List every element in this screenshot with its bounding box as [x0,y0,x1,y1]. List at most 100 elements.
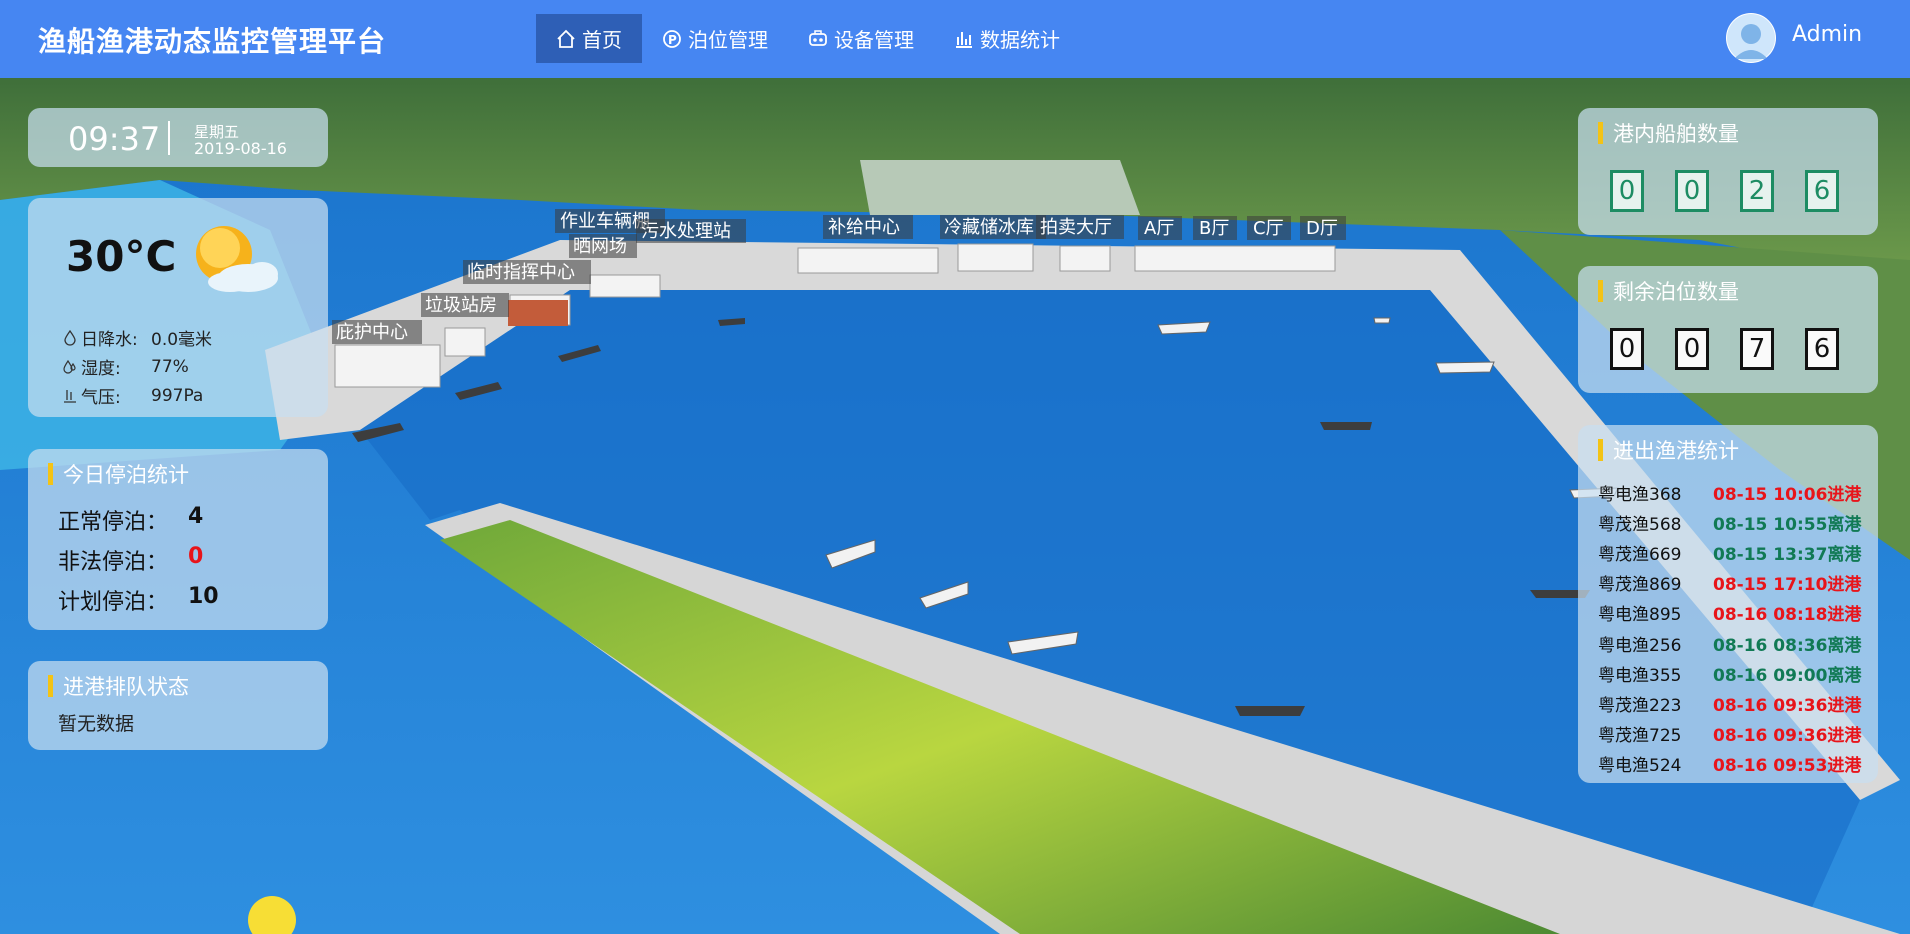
weather-pressure-value: 997Pa [151,385,204,406]
map-label-supply-center: 补给中心 [828,217,900,238]
list-item[interactable]: 粤电渔355 08-16 09:00离港 [1598,658,1874,688]
port-traffic-list: 粤电渔368 08-15 10:06进港 粤茂渔568 08-15 10:55离港 … [1598,477,1874,779]
nav-berth-label: 泊位管理 [688,28,768,52]
map-label-hall-a: A厅 [1144,218,1174,239]
raindrop-icon [64,329,76,346]
clock-time: 09:37 [68,120,161,158]
stat-normal: 正常停泊： 4 [58,504,203,536]
ship-name: 粤电渔524 [1598,756,1682,777]
traffic-info: 08-16 09:00离港 [1713,665,1862,686]
ship-name: 粤茂渔669 [1598,544,1682,565]
stat-normal-value: 4 [188,504,204,529]
ships-in-port-title: 港内船舶数量 [1598,118,1739,148]
weather-humidity-label: 湿度: [81,359,121,379]
map-label-garbage-station: 垃圾站房 [425,295,497,316]
weather-pressure-label: 气压: [81,388,121,408]
counter-digit: 0 [1675,170,1709,212]
remaining-berths-counter: 0 0 7 6 [1610,328,1870,370]
list-item[interactable]: 粤电渔895 08-16 08:18进港 [1598,598,1874,628]
ship-name: 粤电渔895 [1598,605,1682,626]
ship-name: 粤电渔355 [1598,665,1682,686]
list-item[interactable]: 粤电渔368 08-15 10:06进港 [1598,477,1874,507]
today-berthing-panel: 今日停泊统计 正常停泊： 4 非法停泊： 0 计划停泊： 10 [28,449,328,630]
weather-rain-value: 0.0毫米 [151,330,213,350]
map-label-sewage-station: 污水处理站 [641,221,731,242]
counter-digit: 6 [1805,328,1839,370]
counter-digit: 0 [1610,170,1644,212]
list-item[interactable]: 粤电渔256 08-16 08:36离港 [1598,628,1874,658]
stat-illegal: 非法停泊： 0 [58,544,203,576]
port-traffic-panel: 进出渔港统计 粤电渔368 08-15 10:06进港 粤茂渔568 08-15 1… [1578,425,1878,783]
stat-normal-label: 正常停泊： [58,510,169,535]
counter-digit: 0 [1675,328,1709,370]
nav-home[interactable]: 首页 [536,14,642,63]
today-berthing-title: 今日停泊统计 [48,459,189,489]
queue-status-title: 进港排队状态 [48,671,189,701]
map-label-hall-d: D厅 [1306,218,1338,239]
counter-digit: 7 [1740,328,1774,370]
counter-digit: 2 [1740,170,1774,212]
nav-berth-management[interactable]: P 泊位管理 [642,14,788,63]
pressure-icon [64,389,76,403]
weather-row-pressure: 气压: 997Pa [63,383,203,408]
stat-planned-value: 10 [188,584,219,609]
list-item[interactable]: 粤茂渔223 08-16 09:36进港 [1598,688,1874,718]
temperature: 30°C [66,232,177,281]
map-label-hall-b: B厅 [1199,218,1229,239]
stat-illegal-value: 0 [188,544,204,569]
weather-panel: 30°C 日降水: 0.0毫米 湿度: 77% 气压: 997Pa [28,198,328,417]
top-header: 渔船渔港动态监控管理平台 首页 P 泊位管理 设备管理 数据统计 Admin [0,0,1910,78]
user-name[interactable]: Admin [1792,22,1862,47]
remaining-berths-panel: 剩余泊位数量 0 0 7 6 [1578,266,1878,393]
traffic-info: 08-16 09:36进港 [1713,695,1862,716]
list-item[interactable]: 粤茂渔669 08-15 13:37离港 [1598,537,1874,567]
map-label-net-drying-field: 晒网场 [573,236,627,257]
list-item[interactable]: 粤茂渔725 08-16 09:36进港 [1598,719,1874,749]
ship-name: 粤茂渔725 [1598,726,1682,747]
traffic-info: 08-15 10:55离港 [1713,514,1862,535]
list-item[interactable]: 粤电渔524 08-16 09:53进港 [1598,749,1874,779]
ships-in-port-panel: 港内船舶数量 0 0 2 6 [1578,108,1878,235]
main-nav: 首页 P 泊位管理 设备管理 数据统计 [536,14,1080,63]
traffic-info: 08-16 08:18进港 [1713,605,1862,626]
home-icon [557,29,575,48]
ship-name: 粤茂渔869 [1598,575,1682,596]
ship-name: 粤电渔256 [1598,635,1682,656]
counter-digit: 0 [1610,328,1644,370]
nav-device-management[interactable]: 设备管理 [788,14,934,63]
user-avatar-icon [1727,14,1775,62]
nav-device-label: 设备管理 [834,28,914,52]
parking-icon: P [663,29,681,48]
map-label-hall-c: C厅 [1253,218,1284,239]
svg-text:P: P [668,33,677,47]
remaining-berths-title: 剩余泊位数量 [1598,276,1739,306]
bar-chart-icon [956,31,972,48]
counter-digit: 6 [1805,170,1839,212]
stat-planned-label: 计划停泊： [58,590,169,615]
sun-cloud-icon [196,226,278,292]
stat-illegal-label: 非法停泊： [58,550,169,575]
traffic-info: 08-15 10:06进港 [1713,484,1862,505]
device-icon [809,29,827,46]
list-item[interactable]: 粤茂渔568 08-15 10:55离港 [1598,507,1874,537]
clock-divider [168,121,170,155]
user-avatar[interactable] [1726,13,1776,63]
weather-rain-label: 日降水: [81,330,138,350]
ships-in-port-counter: 0 0 2 6 [1610,170,1870,212]
app-title: 渔船渔港动态监控管理平台 [38,25,387,58]
stat-planned: 计划停泊： 10 [58,584,219,616]
list-item[interactable]: 粤茂渔869 08-15 17:10进港 [1598,568,1874,598]
map-label-cold-storage: 冷藏储冰库 [944,217,1034,238]
weather-row-rain: 日降水: 0.0毫米 [63,325,212,350]
nav-statistics[interactable]: 数据统计 [934,14,1080,63]
humidity-icon [63,359,76,374]
ship-name: 粤电渔368 [1598,484,1682,505]
queue-empty-text: 暂无数据 [58,713,135,735]
nav-home-label: 首页 [582,28,622,52]
traffic-info: 08-16 09:53进港 [1713,756,1862,777]
traffic-info: 08-16 09:36进港 [1713,726,1862,747]
traffic-info: 08-15 17:10进港 [1713,575,1862,596]
traffic-info: 08-15 13:37离港 [1713,544,1862,565]
port-traffic-title: 进出渔港统计 [1598,435,1739,465]
ship-name: 粤茂渔568 [1598,514,1682,535]
